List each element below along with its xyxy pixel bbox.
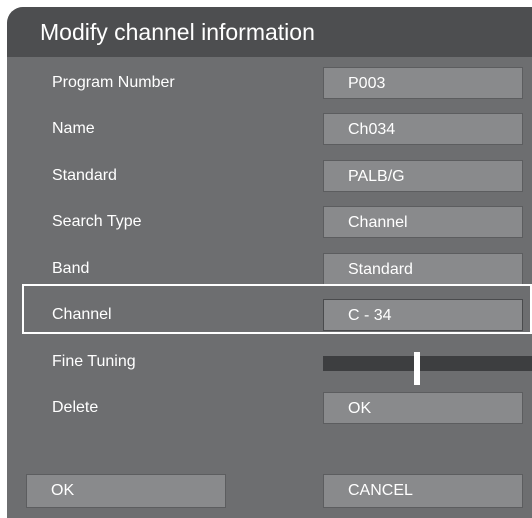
row-search-type[interactable]: Search Type Channel bbox=[7, 206, 532, 240]
standard-value[interactable]: PALB/G bbox=[323, 160, 523, 192]
row-standard[interactable]: Standard PALB/G bbox=[7, 160, 532, 194]
search-type-label: Search Type bbox=[52, 213, 142, 230]
delete-ok-button[interactable]: OK bbox=[323, 392, 523, 424]
band-value[interactable]: Standard bbox=[323, 253, 523, 285]
row-fine-tuning[interactable]: Fine Tuning bbox=[7, 346, 532, 385]
row-band[interactable]: Band Standard bbox=[7, 253, 532, 287]
row-delete[interactable]: Delete OK bbox=[7, 392, 532, 426]
program-number-value[interactable]: P003 bbox=[323, 67, 523, 99]
row-program-number[interactable]: Program Number P003 bbox=[7, 67, 532, 101]
band-label: Band bbox=[52, 260, 90, 277]
dialog-title-bar: Modify channel information bbox=[7, 7, 532, 57]
standard-label: Standard bbox=[52, 167, 117, 184]
name-label: Name bbox=[52, 120, 95, 137]
selection-highlight bbox=[22, 284, 532, 334]
search-type-value[interactable]: Channel bbox=[323, 206, 523, 238]
fine-tuning-slider[interactable] bbox=[323, 352, 532, 385]
modify-channel-dialog: Modify channel information Program Numbe… bbox=[7, 7, 532, 518]
fine-tuning-label: Fine Tuning bbox=[52, 353, 136, 370]
row-name[interactable]: Name Ch034 bbox=[7, 113, 532, 147]
dialog-title: Modify channel information bbox=[40, 19, 315, 45]
delete-label: Delete bbox=[52, 399, 99, 416]
program-number-label: Program Number bbox=[52, 74, 175, 91]
name-value[interactable]: Ch034 bbox=[323, 113, 523, 145]
ok-button[interactable]: OK bbox=[26, 474, 226, 508]
fine-tuning-slider-thumb[interactable] bbox=[414, 352, 420, 385]
cancel-button[interactable]: CANCEL bbox=[323, 474, 523, 508]
